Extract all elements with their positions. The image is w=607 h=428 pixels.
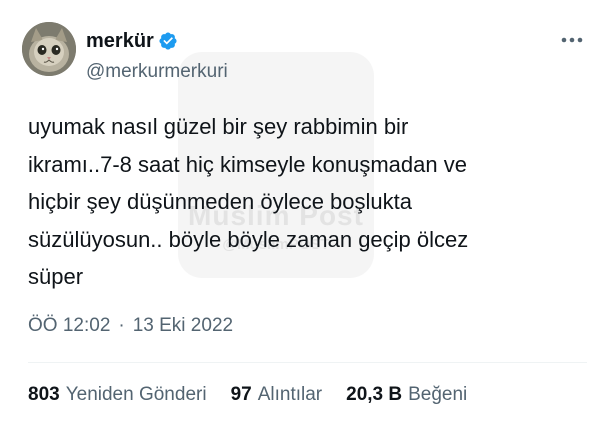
divider bbox=[28, 362, 587, 363]
author-display-name[interactable]: merkür bbox=[86, 30, 154, 53]
tweet-line: süper bbox=[28, 264, 84, 289]
likes-label: Beğeni bbox=[408, 384, 468, 405]
retweets-stat[interactable]: 803 Yeniden Gönderi bbox=[28, 384, 207, 406]
tweet-line: ikramı..7-8 saat hiç kimseyle konuşmadan… bbox=[28, 151, 467, 177]
tweet-line: uyumak nasıl güzel bir şey rabbimin bir bbox=[28, 114, 409, 139]
avatar[interactable] bbox=[22, 22, 76, 76]
tweet-line: hiçbir şey düşünmeden öylece boşlukta bbox=[28, 189, 413, 214]
tweet-text: uyumak nasıl güzel bir şey rabbimin bir … bbox=[28, 108, 588, 296]
tweet-date[interactable]: 13 Eki 2022 bbox=[133, 315, 233, 337]
more-options-icon[interactable] bbox=[558, 28, 586, 52]
likes-count: 20,3 B bbox=[346, 384, 403, 405]
meta-separator: · bbox=[118, 315, 125, 336]
retweets-label: Yeniden Gönderi bbox=[65, 384, 207, 405]
tweet-card: Muslim Post @MuslimPOST merkür @merkurme… bbox=[0, 0, 607, 428]
likes-stat[interactable]: 20,3 B Beğeni bbox=[346, 384, 467, 406]
author-name-row: merkür bbox=[86, 30, 178, 52]
quotes-count: 97 bbox=[230, 384, 252, 405]
tweet-line: süzülüyosun.. böyle böyle zaman geçip öl… bbox=[28, 226, 469, 252]
tweet-time[interactable]: ÖÖ 12:02 bbox=[28, 315, 110, 337]
tweet-timestamp[interactable]: ÖÖ 12:02 · 13 Eki 2022 bbox=[28, 315, 233, 337]
retweets-count: 803 bbox=[28, 384, 60, 405]
quotes-label: Alıntılar bbox=[257, 384, 323, 405]
author-handle[interactable]: @merkurmerkuri bbox=[86, 61, 228, 83]
verified-badge-icon[interactable] bbox=[158, 31, 178, 51]
cat-avatar-image bbox=[22, 22, 76, 76]
quotes-stat[interactable]: 97 Alıntılar bbox=[231, 384, 323, 406]
tweet-stats: 803 Yeniden Gönderi 97 Alıntılar 20,3 B … bbox=[28, 384, 491, 406]
